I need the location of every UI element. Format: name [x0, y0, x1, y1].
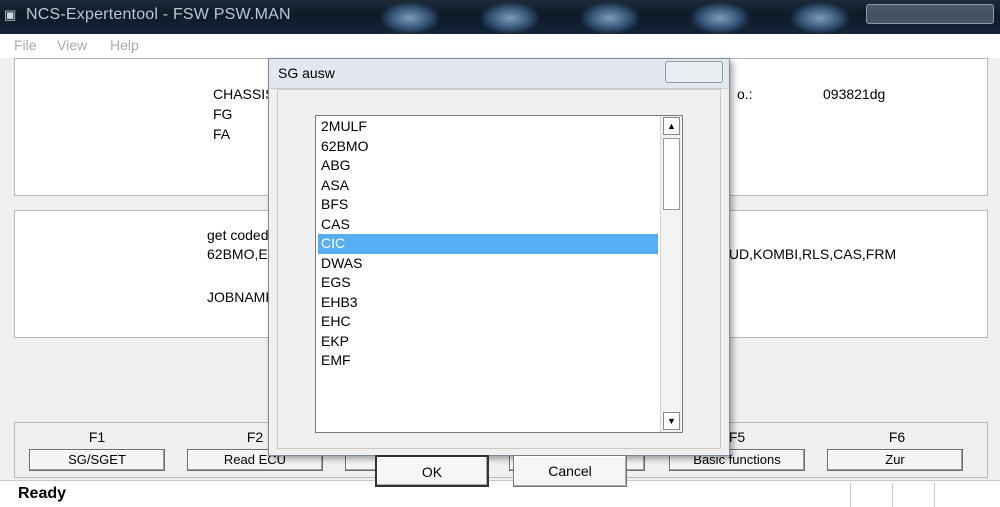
dialog-close-button[interactable]	[665, 61, 723, 83]
list-item[interactable]: ABG	[318, 156, 658, 176]
ok-button[interactable]: OK	[375, 455, 489, 487]
menu-bar: File View Help	[0, 34, 1000, 58]
sg-sget-button[interactable]: SG/SGET	[29, 449, 165, 471]
list-item[interactable]: CAS	[318, 215, 658, 235]
menu-help[interactable]: Help	[110, 37, 139, 53]
list-item[interactable]: EGS	[318, 273, 658, 293]
background-glow	[380, 2, 440, 34]
f1-label: F1	[88, 429, 106, 445]
info-right-label: o.:	[737, 86, 753, 102]
status-cell	[850, 483, 892, 507]
chassis-label: CHASSIS	[213, 86, 275, 102]
get-coded-label: get coded:	[207, 227, 273, 243]
fa-label: FA	[213, 126, 231, 142]
list-scrollbar[interactable]: ▲ ▼	[660, 116, 682, 432]
jobname-label: JOBNAME	[207, 289, 275, 305]
list-item[interactable]: ASA	[318, 176, 658, 196]
background-glow	[690, 2, 750, 34]
status-bar: Ready	[0, 480, 1000, 507]
scroll-up-arrow-icon[interactable]: ▲	[663, 117, 680, 135]
dialog-titlebar: SG ausw	[269, 59, 729, 89]
dialog-title: SG ausw	[278, 65, 335, 81]
window-titlebar: ▣ NCS-Expertentool - FSW PSW.MAN	[0, 0, 1000, 34]
scroll-thumb[interactable]	[663, 138, 680, 210]
list-item[interactable]: 62BMO	[318, 137, 658, 157]
list-item[interactable]: EKP	[318, 332, 658, 352]
list-item[interactable]: EHC	[318, 312, 658, 332]
status-cell	[934, 483, 994, 507]
coded-modules-right: IUD,KOMBI,RLS,CAS,FRM	[725, 246, 897, 262]
sg-select-dialog: SG ausw 2MULF 62BMO ABG ASA BFS CAS CIC …	[268, 58, 730, 487]
window-title: NCS-Expertentool - FSW PSW.MAN	[26, 6, 291, 23]
ecu-listbox[interactable]: 2MULF 62BMO ABG ASA BFS CAS CIC DWAS EGS…	[315, 115, 683, 433]
list-item-selected[interactable]: CIC	[318, 234, 658, 254]
app-icon: ▣	[4, 7, 17, 22]
zur-button[interactable]: Zur	[827, 449, 963, 471]
scroll-down-arrow-icon[interactable]: ▼	[663, 412, 680, 430]
status-cell	[892, 483, 934, 507]
coded-modules-left: 62BMO,EK	[207, 246, 278, 262]
list-item[interactable]: EMF	[318, 351, 658, 371]
info-right-value: 093821dg	[823, 86, 886, 102]
window-controls[interactable]	[866, 4, 994, 24]
background-glow	[580, 2, 640, 34]
status-text: Ready	[18, 485, 67, 502]
list-item[interactable]: BFS	[318, 195, 658, 215]
list-item[interactable]: EHB3	[318, 293, 658, 313]
cancel-button[interactable]: Cancel	[513, 455, 627, 487]
background-glow	[790, 2, 850, 34]
fg-label: FG	[213, 106, 233, 122]
list-item[interactable]: DWAS	[318, 254, 658, 274]
list-item[interactable]: 2MULF	[318, 117, 658, 137]
f6-label: F6	[888, 429, 906, 445]
menu-view[interactable]: View	[57, 37, 87, 53]
background-glow	[480, 2, 540, 34]
menu-file[interactable]: File	[14, 37, 37, 53]
